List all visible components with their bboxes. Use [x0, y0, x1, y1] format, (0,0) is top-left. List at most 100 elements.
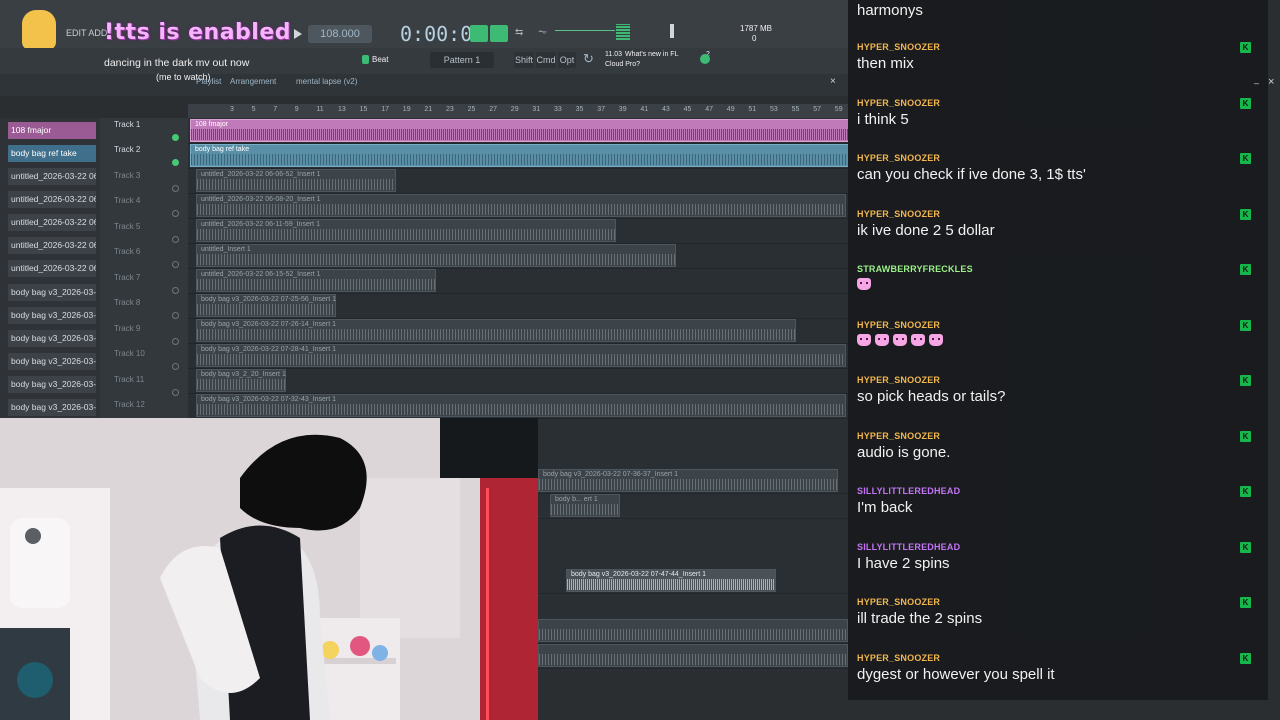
chat-username[interactable]: HYPER_SNOOZER — [857, 375, 1257, 385]
track-header-label[interactable]: Track 10 — [114, 349, 145, 358]
track-header-label[interactable]: Track 5 — [114, 222, 140, 231]
track-header-label[interactable]: Track 6 — [114, 247, 140, 256]
track-mute-toggle[interactable] — [172, 261, 179, 268]
song-mode-button[interactable] — [490, 25, 508, 42]
clip-list-item[interactable]: body bag v3_2026-03-2... — [8, 376, 96, 393]
audio-clip[interactable]: body bag v3_2026-03-22 07-32-43_Insert 1 — [196, 394, 846, 417]
track-mute-toggle[interactable] — [172, 287, 179, 294]
chat-username[interactable]: HYPER_SNOOZER — [857, 209, 1257, 219]
clip-list-item[interactable]: untitled_2026-03-22 06-... — [8, 260, 96, 277]
arrangement-breadcrumb[interactable]: Arrangement — [230, 77, 276, 86]
clip-list-item[interactable]: untitled_2026-03-22 06-... — [8, 191, 96, 208]
fl-logo[interactable] — [22, 10, 56, 50]
audio-clip[interactable]: body bag v3_2026-03-22 07-25-56_Insert 1 — [196, 294, 336, 317]
track-header-label[interactable]: Track 7 — [114, 273, 140, 282]
clip-list-item[interactable]: untitled_2026-03-22 06-... — [8, 168, 96, 185]
track-lane[interactable]: untitled_2026-03-22 06-11-59_Insert 1 — [188, 218, 848, 244]
chat-username[interactable]: HYPER_SNOOZER — [857, 597, 1257, 607]
audio-clip[interactable]: untitled_Insert 1 — [196, 244, 676, 267]
track-lane[interactable]: 108 fmajor — [188, 118, 848, 144]
track-mute-toggle[interactable] — [172, 363, 179, 370]
clip-list-item[interactable]: body bag ref take — [8, 145, 96, 162]
chat-username[interactable]: HYPER_SNOOZER — [857, 153, 1257, 163]
track-lane[interactable]: body bag v3_2026-03-22 07-25-56_Insert 1 — [188, 293, 848, 319]
track-header-label[interactable]: Track 3 — [114, 171, 140, 180]
clip-list-item[interactable]: untitled_2026-03-22 06-... — [8, 237, 96, 254]
pattern-mode-button[interactable] — [470, 25, 488, 42]
track-header-label[interactable]: Track 2 — [114, 145, 140, 154]
audio-clip[interactable]: 108 fmajor — [190, 119, 848, 142]
chat-username[interactable]: HYPER_SNOOZER — [857, 98, 1257, 108]
audio-clip[interactable]: body bag v3_2_20_Insert 1 — [196, 369, 286, 392]
snap-selector[interactable]: Beat — [372, 55, 388, 64]
track-mute-toggle[interactable] — [172, 134, 179, 141]
cmd-key-button[interactable]: Cmd — [536, 52, 556, 68]
chat-username[interactable]: HYPER_SNOOZER — [857, 653, 1257, 663]
track-mute-toggle[interactable] — [172, 159, 179, 166]
track-lane[interactable]: untitled_2026-03-22 06-15-52_Insert 1 — [188, 268, 848, 294]
track-header-label[interactable]: Track 4 — [114, 196, 140, 205]
wait-icon[interactable]: ⇆ — [515, 27, 523, 38]
clip-list-item[interactable]: body bag v3_2026-03-2... — [8, 399, 96, 416]
track-header-label[interactable]: Track 11 — [114, 375, 144, 384]
playlist-breadcrumb[interactable]: Playlist — [196, 77, 221, 86]
track-mute-toggle[interactable] — [172, 389, 179, 396]
track-header-label[interactable]: Track 8 — [114, 298, 140, 307]
track-lane[interactable]: body bag v3_2026-03-22 07-32-43_Insert 1 — [188, 393, 848, 419]
track-lane[interactable]: untitled_Insert 1 — [188, 243, 848, 269]
metronome-icon[interactable]: ⏦ — [538, 26, 547, 39]
shift-key-button[interactable]: Shift — [514, 52, 534, 68]
clip-list-item[interactable]: untitled_2026-03-22 06-... — [8, 214, 96, 231]
edit-menu-label[interactable]: EDIT ADD — [66, 28, 107, 38]
audio-clip[interactable]: untitled_2026-03-22 06-11-59_Insert 1 — [196, 219, 616, 242]
clip-list-item[interactable]: body bag v3_2026-03-2... — [8, 307, 96, 324]
track-header-label[interactable]: Track 1 — [114, 120, 140, 129]
chat-username[interactable]: HYPER_SNOOZER — [857, 320, 1257, 330]
audio-clip[interactable]: body b... ert 1 — [550, 494, 620, 517]
play-button[interactable] — [294, 29, 302, 39]
audio-clip[interactable]: untitled_2026-03-22 06-08-20_Insert 1 — [196, 194, 846, 217]
clip-list-item[interactable]: body bag v3_2026-03-2... — [8, 330, 96, 347]
clip-list-item[interactable]: body bag v3_2026-03-2... — [8, 284, 96, 301]
timeline-ruler[interactable]: 3 5 7 9 11 13 15 17 19 21 23 25 27 29 31 33 35 37 39 41 43 45… — [188, 104, 848, 118]
chat-username[interactable]: SILLYLITTLEREDHEAD — [857, 486, 1257, 496]
chat-username[interactable]: STRAWBERRYFRECKLES — [857, 264, 1257, 274]
snap-icon[interactable] — [362, 55, 369, 64]
audio-clip[interactable]: body bag v3_2026-03-22 07-36-37_Insert 1 — [538, 469, 838, 492]
track-mute-toggle[interactable] — [172, 338, 179, 345]
track-lane[interactable]: untitled_2026-03-22 06-06-52_Insert 1 — [188, 168, 848, 194]
chat-username[interactable]: SILLYLITTLEREDHEAD — [857, 542, 1257, 552]
track-mute-toggle[interactable] — [172, 312, 179, 319]
chat-username[interactable]: HYPER_SNOOZER — [857, 42, 1257, 52]
audio-clip[interactable] — [538, 619, 848, 642]
clip-list-item[interactable]: body bag v3_2026-03-2... — [8, 353, 96, 370]
track-mute-toggle[interactable] — [172, 236, 179, 243]
track-mute-toggle[interactable] — [172, 210, 179, 217]
audio-clip[interactable]: body bag v3_2026-03-22 07-47-44_Insert 1 — [566, 569, 776, 592]
news-subtitle[interactable]: Cloud Pro? — [605, 61, 640, 68]
audio-clip[interactable]: body bag ref take — [190, 144, 848, 167]
chat-username[interactable]: HYPER_SNOOZER — [857, 431, 1257, 441]
track-lane[interactable]: untitled_2026-03-22 06-08-20_Insert 1 — [188, 193, 848, 219]
clip-list-item[interactable]: 108 fmajor — [8, 122, 96, 139]
track-lane[interactable]: body bag v3_2026-03-22 07-26-14_Insert 1 — [188, 318, 848, 344]
minimize-icon[interactable]: – — [1254, 78, 1259, 88]
track-lane[interactable]: body bag v3_2026-03-22 07-28-41_Insert 1 — [188, 343, 848, 369]
track-lane[interactable]: body bag v3_2_20_Insert 1 — [188, 368, 848, 394]
news-icon[interactable] — [700, 54, 710, 64]
audio-clip[interactable]: body bag v3_2026-03-22 07-26-14_Insert 1 — [196, 319, 796, 342]
track-header-label[interactable]: Track 9 — [114, 324, 140, 333]
audio-clip[interactable]: untitled_2026-03-22 06-06-52_Insert 1 — [196, 169, 396, 192]
audio-clip[interactable]: body bag v3_2026-03-22 07-28-41_Insert 1 — [196, 344, 846, 367]
audio-clip[interactable]: untitled_2026-03-22 06-15-52_Insert 1 — [196, 269, 436, 292]
audio-clip[interactable] — [538, 644, 848, 667]
news-title[interactable]: What's new in FL — [625, 51, 678, 58]
track-mute-toggle[interactable] — [172, 185, 179, 192]
pattern-selector[interactable]: Pattern 1 — [430, 52, 494, 68]
track-header-label[interactable]: Track 12 — [114, 400, 145, 409]
opt-key-button[interactable]: Opt — [558, 52, 576, 68]
playlist-close-icon[interactable]: × — [830, 76, 836, 87]
tempo-display[interactable]: 108.000 — [308, 25, 372, 43]
refresh-icon[interactable]: ↻ — [583, 51, 594, 67]
project-breadcrumb[interactable]: mental lapse (v2) — [296, 77, 357, 86]
